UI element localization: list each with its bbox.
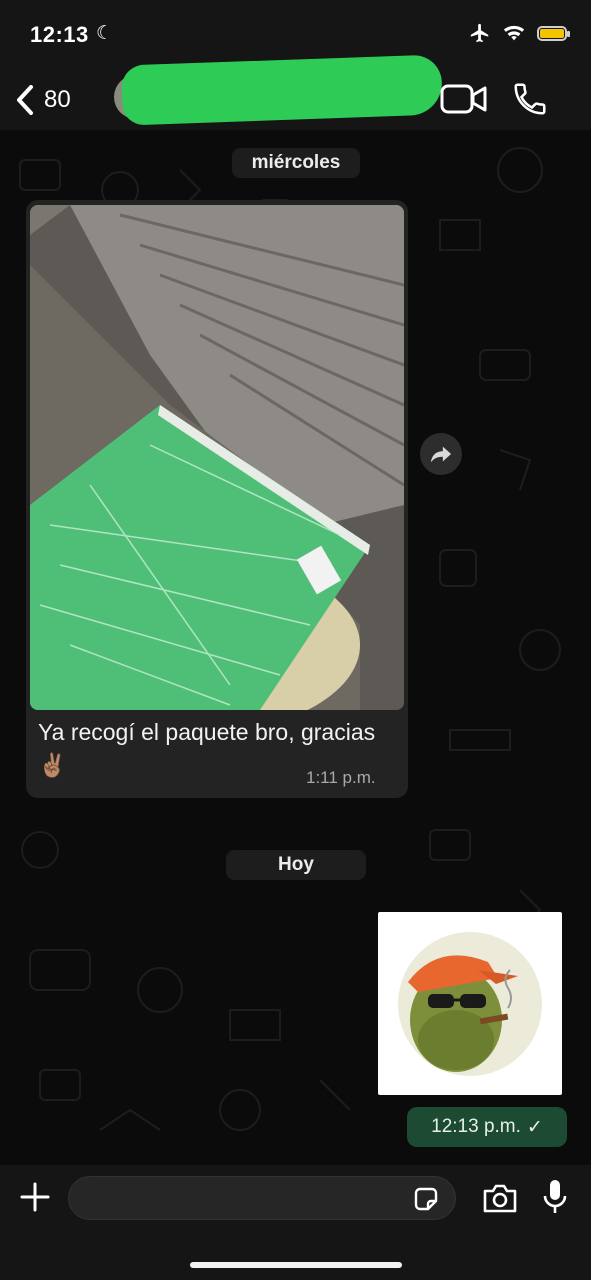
forward-button[interactable] [420,433,462,475]
attach-button[interactable] [18,1180,52,1214]
date-separator-today: Hoy [226,850,366,880]
incoming-message-time: 1:11 p.m. [306,768,376,787]
cactus-sticker-image [398,932,542,1076]
camera-icon [483,1184,517,1213]
outgoing-message-meta: 12:13 p.m. ✓ [407,1107,567,1147]
video-call-icon [440,84,487,114]
contact-name-redaction[interactable] [121,54,443,126]
outgoing-sticker[interactable] [378,912,562,1095]
status-icons [469,22,570,44]
camera-button[interactable] [482,1182,518,1214]
sticker-icon [414,1187,438,1211]
microphone-icon [543,1180,567,1213]
wifi-icon [503,25,525,41]
home-indicator [190,1262,402,1268]
phone-icon [514,83,546,115]
airplane-icon [470,23,489,43]
voice-call-button[interactable] [510,80,550,118]
microphone-button[interactable] [542,1178,568,1216]
message-photo[interactable] [30,205,404,710]
read-check-icon: ✓ [526,1116,543,1138]
date-separator: miércoles [232,148,360,178]
message-input[interactable] [68,1176,456,1220]
sticker-button[interactable] [412,1185,440,1213]
chevron-left-icon [17,85,33,115]
outgoing-message-time: 12:13 p.m. [431,1116,521,1137]
package-photo-image [30,205,404,710]
back-button[interactable]: 80 [16,82,86,118]
unread-count: 80 [44,86,71,113]
battery-icon [537,25,570,41]
video-call-button[interactable] [440,82,488,116]
forward-icon [430,446,452,463]
status-time: 12:13 [30,22,89,47]
plus-icon [20,1182,50,1212]
moon-icon: ☾ [96,23,114,44]
